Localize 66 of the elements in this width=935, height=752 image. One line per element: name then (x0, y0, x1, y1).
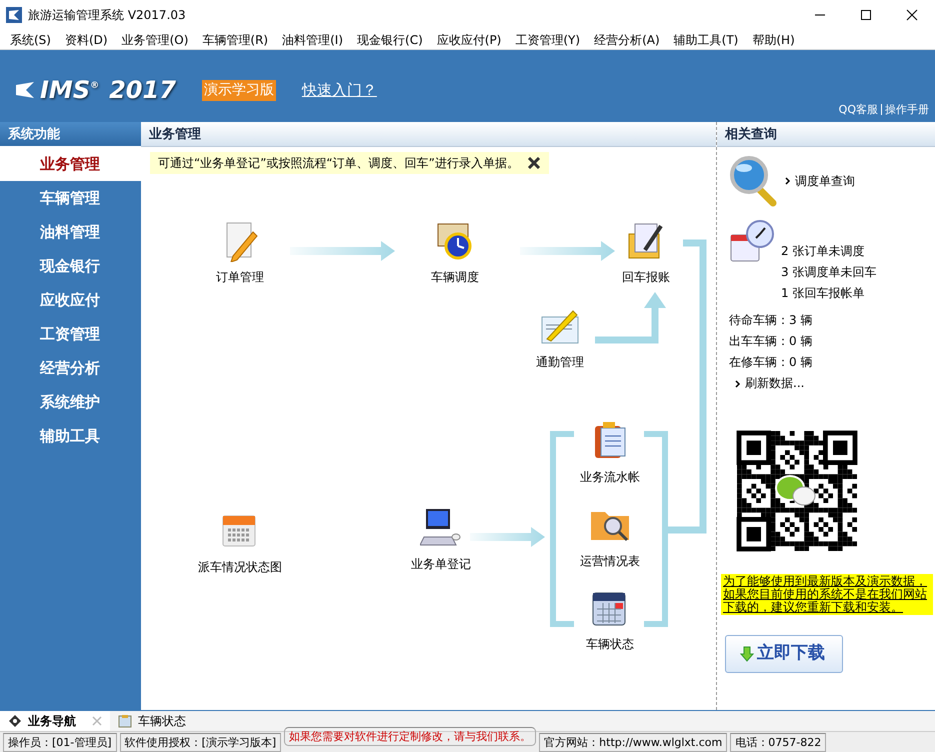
chevron-icon (735, 380, 741, 388)
close-icon[interactable] (526, 157, 541, 169)
chevron-icon (785, 177, 791, 186)
window-title: 旅游运输管理系统 V2017.03 (28, 7, 186, 24)
sidebar-item[interactable]: 现金银行 (0, 249, 141, 283)
menu-item[interactable]: 业务管理(O) (114, 30, 196, 49)
sidebar-item[interactable]: 车辆管理 (0, 181, 141, 215)
update-notice: 为了能够使用到最新版本及演示数据，如果您目前使用的系统不是在我们网站下载的，建议您重新下载和安装。 (721, 574, 933, 615)
flow-node-link[interactable]: 业务流水帐 (555, 420, 665, 486)
query-link[interactable]: 调度单查询 (785, 170, 855, 192)
panel-title: 相关查询 (717, 122, 935, 147)
vehicle-count: 在修车辆：0 辆 (729, 354, 814, 371)
bottom-tab[interactable]: 业务导航 (0, 711, 110, 731)
app-icon (6, 7, 22, 23)
vehicle-count: 出车车辆：0 辆 (729, 333, 814, 350)
status-text: 官方网站：http://www.wlglxt.com (539, 732, 728, 752)
menu-item[interactable]: 现金银行(C) (350, 30, 430, 49)
menu-item[interactable]: 油料管理(I) (275, 30, 350, 49)
maximize-icon (860, 9, 872, 21)
flow-node-link[interactable]: 通勤管理 (505, 305, 615, 371)
download-button[interactable]: 立即下载 (725, 635, 843, 673)
notice-text: 可通过“业务单登记”或按照流程“订单、调度、回车”进行录入单据。 (158, 155, 519, 172)
menu-item[interactable]: 应收应付(P) (430, 30, 508, 49)
flow-node-link[interactable]: 业务单登记 (386, 507, 496, 573)
banner-link[interactable]: QQ客服 (838, 102, 878, 118)
flow-node-link[interactable]: 派车情况状态图 (185, 510, 295, 576)
sidebar-item[interactable]: 辅助工具 (0, 419, 141, 453)
flow-node-link[interactable]: 车辆调度 (400, 220, 510, 286)
menu-item[interactable]: 车辆管理(R) (195, 30, 276, 49)
sidebar-title: 系统功能 (0, 122, 141, 147)
refresh-link[interactable]: 刷新数据... (735, 373, 804, 394)
sidebar-item[interactable]: 经营分析 (0, 351, 141, 385)
sidebar-item[interactable]: 应收应付 (0, 283, 141, 317)
status-text: 操作员：[01-管理员] (3, 732, 117, 752)
flow-arrow (595, 292, 666, 344)
menu-item[interactable]: 资料(D) (58, 30, 115, 49)
banner-link[interactable]: 操作手册 (885, 102, 929, 118)
menu-item[interactable]: 工资管理(Y) (508, 30, 588, 49)
flow-node-link[interactable]: 运营情况表 (555, 504, 665, 570)
edition-badge: 演示学习版 (202, 80, 276, 100)
magnifier-icon (729, 155, 779, 207)
quick-start-link[interactable]: 快速入门？ (302, 78, 377, 102)
flow-node-link[interactable]: 订单管理 (185, 220, 295, 286)
sidebar-item[interactable]: 油料管理 (0, 215, 141, 249)
menu-item[interactable]: 经营分析(A) (587, 30, 667, 49)
status-text: 软件使用授权：[演示学习版本] (120, 732, 282, 752)
menu-item[interactable]: 系统(S) (3, 30, 58, 49)
sidebar-item[interactable]: 业务管理 (0, 147, 141, 181)
close-icon (906, 9, 918, 21)
bottom-tab[interactable]: 车辆状态 (110, 711, 194, 731)
status-text: 如果您需要对软件进行定制修改，请与我们联系。 (284, 726, 536, 746)
flow-node-link[interactable]: 回车报账 (591, 220, 701, 286)
vehicle-count: 待命车辆：3 辆 (729, 312, 814, 329)
menu-item[interactable]: 辅助工具(T) (666, 30, 746, 49)
sidebar-item[interactable]: 系统维护 (0, 385, 141, 419)
pending-count: 2 张订单未调度 (781, 243, 866, 260)
flow-node-link[interactable]: 车辆状态 (555, 587, 665, 653)
status-text: 电话：0757-822 (730, 732, 826, 752)
ims-logo: IMS$^{®}$ 2017 (14, 72, 176, 108)
panel-title: 业务管理 (141, 122, 716, 147)
down-arrow-icon (740, 646, 754, 662)
menu-item[interactable]: 帮助(H) (745, 30, 802, 49)
pending-count: 1 张回车报帐单 (781, 285, 866, 302)
pending-count: 3 张调度单未回车 (781, 264, 876, 281)
sidebar-item[interactable]: 工资管理 (0, 317, 141, 351)
clipboard-icon (118, 714, 132, 728)
